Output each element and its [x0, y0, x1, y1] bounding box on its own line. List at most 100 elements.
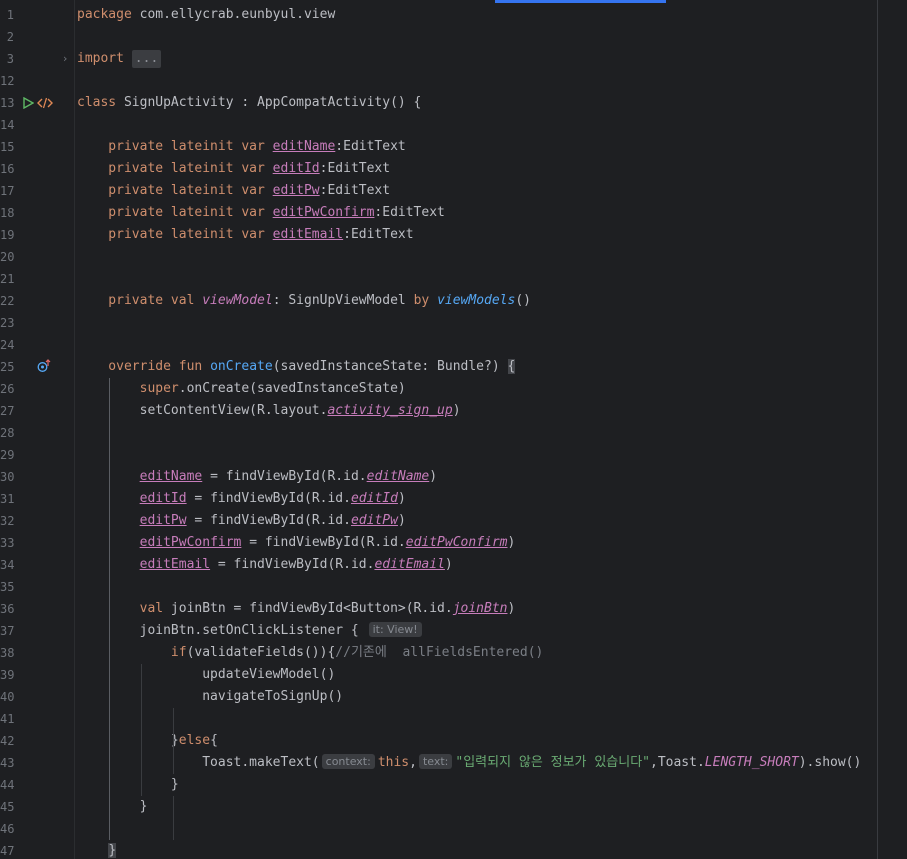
line-number[interactable]: 44	[0, 774, 14, 796]
line-number[interactable]: 30	[0, 466, 14, 488]
gutter-row[interactable]: 33	[0, 532, 74, 554]
line-number[interactable]: 34	[0, 554, 14, 576]
line-number[interactable]: 29	[0, 444, 14, 466]
code-icon[interactable]	[37, 97, 53, 109]
gutter-row[interactable]: 30	[0, 466, 74, 488]
gutter-row[interactable]: 13	[0, 92, 74, 114]
line-number[interactable]: 38	[0, 642, 14, 664]
line-number[interactable]: 19	[0, 224, 14, 246]
gutter-row[interactable]: 44	[0, 774, 74, 796]
code-line[interactable]: }	[77, 774, 179, 796]
folded-imports[interactable]: ...	[131, 50, 162, 68]
line-number[interactable]: 43	[0, 752, 14, 774]
gutter-row[interactable]: 20	[0, 246, 74, 268]
line-number[interactable]: 41	[0, 708, 14, 730]
gutter-row[interactable]: 34	[0, 554, 74, 576]
code-line[interactable]: private lateinit var editPwConfirm:EditT…	[77, 202, 445, 224]
code-line[interactable]: navigateToSignUp()	[77, 686, 343, 708]
gutter-row[interactable]: 28	[0, 422, 74, 444]
gutter-row[interactable]: 23	[0, 312, 74, 334]
gutter-row[interactable]: 27	[0, 400, 74, 422]
line-number[interactable]: 35	[0, 576, 14, 598]
line-number[interactable]: 45	[0, 796, 14, 818]
line-number[interactable]: 17	[0, 180, 14, 202]
code-line[interactable]: }else{	[77, 730, 218, 752]
gutter-row[interactable]: 36	[0, 598, 74, 620]
gutter-row[interactable]: 31	[0, 488, 74, 510]
code-line[interactable]: updateViewModel()	[77, 664, 335, 686]
line-number[interactable]: 23	[0, 312, 14, 334]
gutter-row[interactable]: 12	[0, 70, 74, 92]
gutter-row[interactable]: 22	[0, 290, 74, 312]
code-line[interactable]: private lateinit var editPw:EditText	[77, 180, 390, 202]
line-number[interactable]: 15	[0, 136, 14, 158]
gutter-row[interactable]: 39	[0, 664, 74, 686]
gutter-row[interactable]: 43	[0, 752, 74, 774]
line-number[interactable]: 18	[0, 202, 14, 224]
code-line[interactable]: }	[77, 840, 117, 859]
line-number[interactable]: 40	[0, 686, 14, 708]
line-number[interactable]: 24	[0, 334, 14, 356]
gutter-row[interactable]: 45	[0, 796, 74, 818]
override-icon[interactable]	[37, 359, 51, 373]
code-line[interactable]: if(validateFields()){//기존에 allFieldsEnte…	[77, 642, 543, 664]
code-line[interactable]: editName = findViewById(R.id.editName)	[77, 466, 437, 488]
line-number[interactable]: 16	[0, 158, 14, 180]
line-number[interactable]: 46	[0, 818, 14, 840]
code-line[interactable]: package com.ellycrab.eunbyul.view	[77, 4, 335, 26]
code-line[interactable]: super.onCreate(savedInstanceState)	[77, 378, 406, 400]
gutter-row[interactable]: 18	[0, 202, 74, 224]
line-number[interactable]: 36	[0, 598, 14, 620]
gutter-row[interactable]: 37	[0, 620, 74, 642]
gutter-row[interactable]: 46	[0, 818, 74, 840]
gutter-row[interactable]: 16	[0, 158, 74, 180]
code-line[interactable]: editEmail = findViewById(R.id.editEmail)	[77, 554, 453, 576]
line-number[interactable]: 33	[0, 532, 14, 554]
code-line[interactable]: }	[77, 796, 148, 818]
gutter-row[interactable]: 35	[0, 576, 74, 598]
line-number[interactable]: 26	[0, 378, 14, 400]
fold-chevron-icon[interactable]: ›	[63, 48, 67, 70]
code-line[interactable]: setContentView(R.layout.activity_sign_up…	[77, 400, 461, 422]
line-number[interactable]: 42	[0, 730, 14, 752]
line-number[interactable]: 2	[0, 26, 14, 48]
gutter-row[interactable]: 14	[0, 114, 74, 136]
line-number[interactable]: 31	[0, 488, 14, 510]
line-number[interactable]: 1	[0, 4, 14, 26]
line-number[interactable]: 13	[0, 92, 14, 114]
gutter-row[interactable]: 17	[0, 180, 74, 202]
line-number[interactable]: 14	[0, 114, 14, 136]
line-number[interactable]: 28	[0, 422, 14, 444]
line-number[interactable]: 22	[0, 290, 14, 312]
gutter-row[interactable]: 40	[0, 686, 74, 708]
gutter-row[interactable]: 1	[0, 4, 74, 26]
code-line[interactable]: override fun onCreate(savedInstanceState…	[77, 356, 516, 378]
code-line[interactable]: private lateinit var editId:EditText	[77, 158, 390, 180]
code-line[interactable]: editPwConfirm = findViewById(R.id.editPw…	[77, 532, 516, 554]
gutter-row[interactable]: 25	[0, 356, 74, 378]
gutter-row[interactable]: 32	[0, 510, 74, 532]
line-number[interactable]: 21	[0, 268, 14, 290]
gutter-row[interactable]: 24	[0, 334, 74, 356]
code-line[interactable]: private lateinit var editName:EditText	[77, 136, 405, 158]
code-line[interactable]: joinBtn.setOnClickListener { it: View!	[77, 620, 425, 642]
line-number[interactable]: 27	[0, 400, 14, 422]
code-line[interactable]: val joinBtn = findViewById<Button>(R.id.…	[77, 598, 516, 620]
gutter-row[interactable]: 38	[0, 642, 74, 664]
gutter-row[interactable]: 29	[0, 444, 74, 466]
code-line[interactable]: editId = findViewById(R.id.editId)	[77, 488, 406, 510]
line-number[interactable]: 39	[0, 664, 14, 686]
gutter-row[interactable]: 3 ›	[0, 48, 74, 70]
code-editor[interactable]: 1 2 3 › 12 13 14 15 16 17 18 19 20 21 22 23 24 25 26 27 28 29…	[0, 0, 907, 859]
code-line[interactable]: private lateinit var editEmail:EditText	[77, 224, 413, 246]
code-line[interactable]: editPw = findViewById(R.id.editPw)	[77, 510, 406, 532]
line-number[interactable]: 47	[0, 840, 14, 859]
gutter-row[interactable]: 47	[0, 840, 74, 859]
run-icon[interactable]	[22, 96, 35, 110]
line-number[interactable]: 3	[0, 48, 14, 70]
gutter-row[interactable]: 21	[0, 268, 74, 290]
line-number[interactable]: 12	[0, 70, 14, 92]
code-line[interactable]: class SignUpActivity : AppCompatActivity…	[77, 92, 421, 114]
gutter-row[interactable]: 41	[0, 708, 74, 730]
line-number[interactable]: 20	[0, 246, 14, 268]
